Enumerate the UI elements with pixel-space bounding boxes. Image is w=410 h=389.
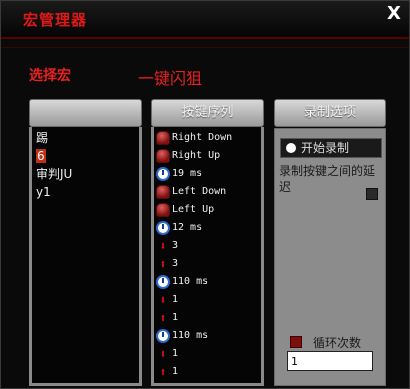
sequence-item-text: 1	[172, 312, 179, 323]
sequence-item[interactable]: 12 ms	[154, 219, 261, 237]
divider	[1, 47, 409, 48]
mouse-icon	[156, 149, 170, 163]
mouse-icon	[156, 185, 170, 199]
macro-list-item-label: 6	[36, 149, 46, 163]
clock-icon	[156, 329, 170, 343]
sequence-item-text: 12 ms	[172, 222, 203, 233]
sequence-item[interactable]: ⬆ 1	[154, 309, 261, 327]
sequence-item[interactable]: 19 ms	[154, 165, 261, 183]
macro-list-item-label: 审判JU	[36, 167, 73, 181]
sequence-item[interactable]: ⬇ 1	[154, 345, 261, 363]
sequence-item-text: 1	[172, 294, 179, 305]
sequence-item-text: 110 ms	[172, 276, 209, 287]
sequence-item[interactable]: Right Up	[154, 147, 261, 165]
sequence-item-text: 3	[172, 258, 179, 269]
clock-icon	[156, 167, 170, 181]
macro-list-item-label: y1	[36, 185, 51, 199]
sequence-item-text: 110 ms	[172, 330, 209, 341]
arrow-up-icon: ⬆	[159, 311, 167, 325]
sequence-item[interactable]: Right Down	[154, 129, 261, 147]
select-macro-label: 选择宏	[29, 68, 71, 84]
sequence-item-text: Left Up	[172, 204, 215, 215]
record-options-panel: 开始录制 录制按键之间的延迟 循环次数	[274, 128, 386, 386]
loop-count-input[interactable]	[287, 351, 373, 371]
macro-list-item[interactable]: 6	[32, 147, 139, 165]
sequence-item[interactable]: ⬆ 3	[154, 255, 261, 273]
macro-list[interactable]: 踢 6 审判JU y1	[29, 127, 142, 386]
sequence-item-text: 1	[172, 348, 179, 359]
macro-manager-window: 宏管理器 X 选择宏 一键闪狙 踢 6 审判JU y1 按键序列 Right Down…	[0, 0, 410, 389]
macro-list-header	[29, 99, 142, 127]
sequence-item-text: 3	[172, 240, 179, 251]
macro-list-item-label: 踢	[36, 131, 49, 145]
loop-count-label: 循环次数	[313, 336, 362, 350]
record-delay-checkbox[interactable]	[366, 188, 378, 200]
loop-count-checkbox[interactable]	[290, 336, 302, 348]
mouse-icon	[156, 203, 170, 217]
sequence-item[interactable]: ⬆ 1	[154, 363, 261, 381]
macro-list-item[interactable]: 踢	[32, 129, 139, 147]
sequence-item[interactable]: 110 ms	[154, 327, 261, 345]
sequence-item[interactable]: Left Up	[154, 201, 261, 219]
sequence-item-text: Left Down	[172, 186, 227, 197]
title-bar: 宏管理器 X	[1, 1, 409, 39]
options-header: 录制选项	[274, 99, 386, 127]
arrow-down-icon: ⬇	[159, 347, 167, 361]
start-record-button[interactable]: 开始录制	[280, 138, 382, 158]
arrow-up-icon: ⬆	[159, 365, 167, 379]
sequence-item[interactable]: ⬇ 3	[154, 237, 261, 255]
arrow-down-icon: ⬇	[159, 293, 167, 307]
sequence-item[interactable]: ⬇ 1	[154, 291, 261, 309]
sequence-item-text: 1	[172, 366, 179, 377]
macro-list-item[interactable]: 审判JU	[32, 165, 139, 183]
sequence-item[interactable]: Left Down	[154, 183, 261, 201]
record-radio-icon	[286, 143, 296, 153]
clock-icon	[156, 221, 170, 235]
sequence-item-text: 19 ms	[172, 168, 203, 179]
close-button[interactable]: X	[385, 4, 403, 24]
arrow-down-icon: ⬇	[159, 239, 167, 253]
start-record-label: 开始录制	[301, 141, 350, 155]
sequence-item-text: Right Down	[172, 132, 233, 143]
mouse-icon	[156, 131, 170, 145]
clock-icon	[156, 275, 170, 289]
key-sequence-list[interactable]: Right Down Right Up 19 ms Left Down Left Up 1…	[151, 127, 264, 386]
sequence-item-text: Right Up	[172, 150, 221, 161]
sequence-header: 按键序列	[151, 99, 264, 127]
macro-name[interactable]: 一键闪狙	[138, 65, 202, 89]
arrow-up-icon: ⬆	[159, 257, 167, 271]
window-title: 宏管理器	[23, 11, 88, 29]
macro-list-item[interactable]: y1	[32, 183, 139, 201]
sequence-item[interactable]: 110 ms	[154, 273, 261, 291]
